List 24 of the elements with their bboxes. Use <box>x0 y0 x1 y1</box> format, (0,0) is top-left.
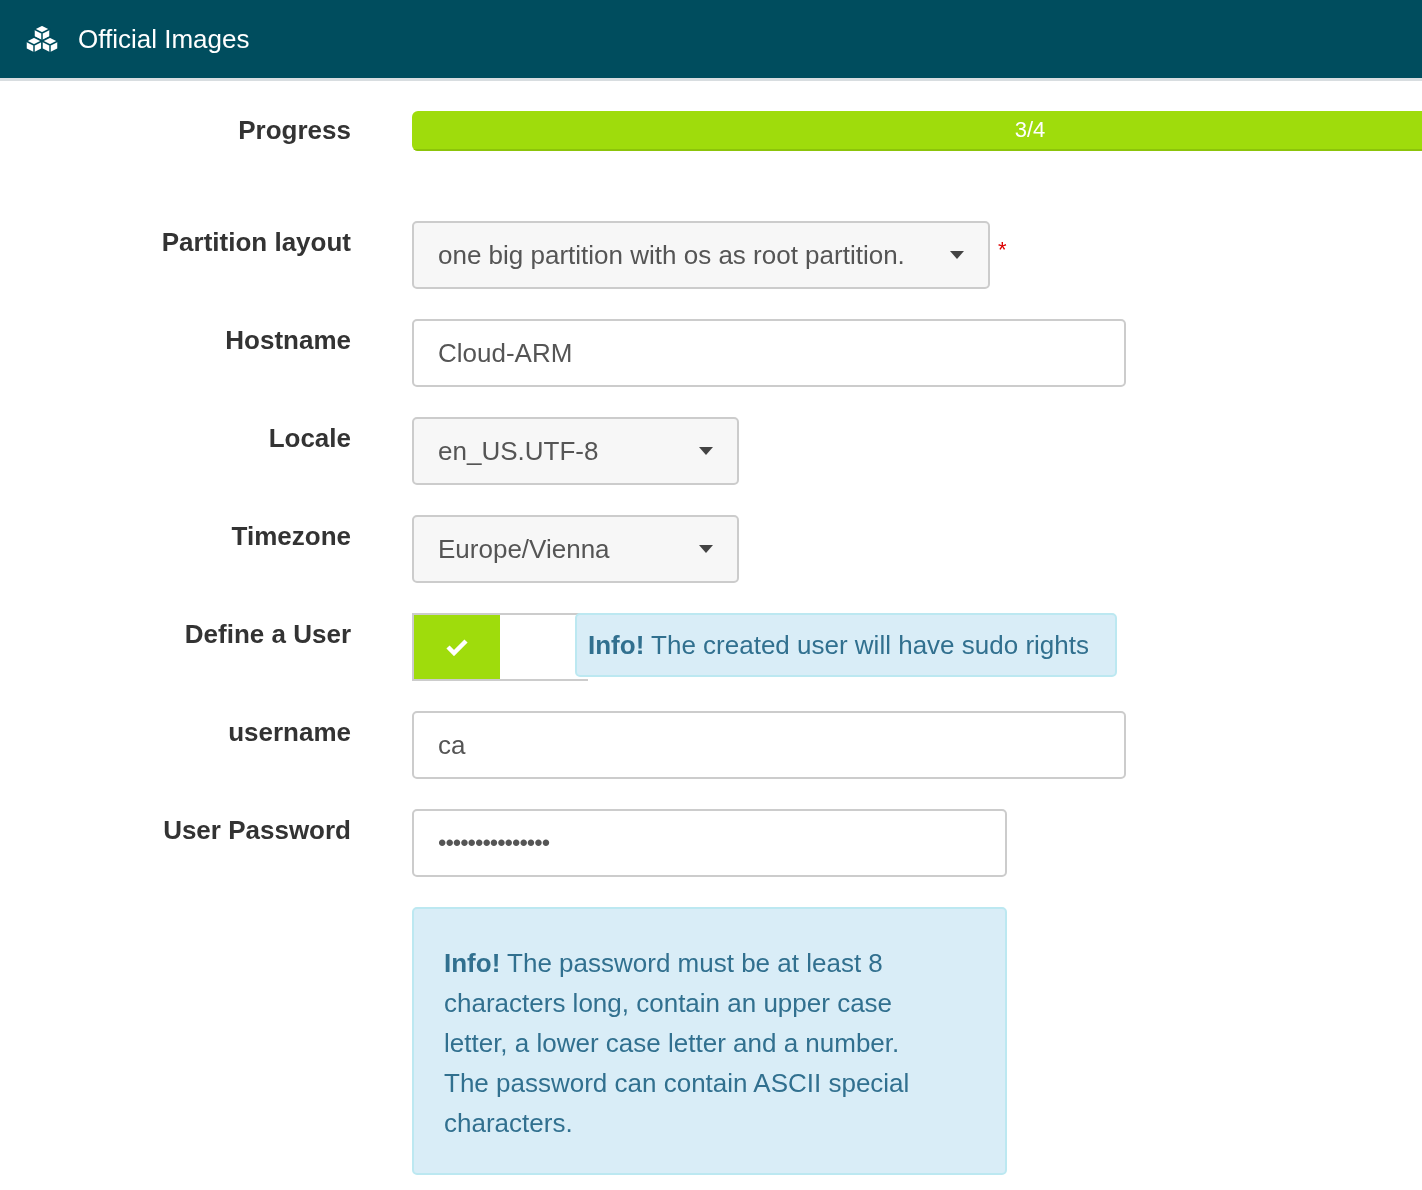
caret-icon <box>699 447 713 455</box>
field-label: Define a User <box>183 618 351 650</box>
info-note: Info! The password must be at least 8 characters long, contain an upper case letter, a lower case letter and a number. The password can contain ASCII special characters. <box>412 907 1007 1175</box>
info-note: Info! The created user will have sudo rights <box>588 629 1089 661</box>
check-icon <box>445 638 469 656</box>
field-label: Hostname <box>224 324 351 356</box>
field-label: Progress <box>237 114 351 146</box>
input-field[interactable]: Cloud-ARM <box>412 319 1126 387</box>
select-field[interactable]: one big partition with os as root partition. <box>412 221 990 289</box>
input-field[interactable]: ca <box>412 711 1126 779</box>
cubes-icon <box>24 24 60 54</box>
field-label: User Password <box>162 814 351 846</box>
caret-icon <box>699 545 713 553</box>
required-marker: * <box>998 236 1007 263</box>
select-field[interactable]: en_US.UTF-8 <box>412 417 739 485</box>
app-title: Official Images <box>78 23 250 55</box>
field-label: Timezone <box>230 520 351 552</box>
field-label: Partition layout <box>160 226 351 258</box>
field-label: username <box>227 716 351 748</box>
toggle-switch[interactable] <box>412 613 588 681</box>
caret-icon <box>950 251 964 259</box>
select-field[interactable]: Europe/Vienna <box>412 515 739 583</box>
field-label: Locale <box>267 422 351 454</box>
password-field[interactable]: ••••••••••••••• <box>412 809 1007 877</box>
